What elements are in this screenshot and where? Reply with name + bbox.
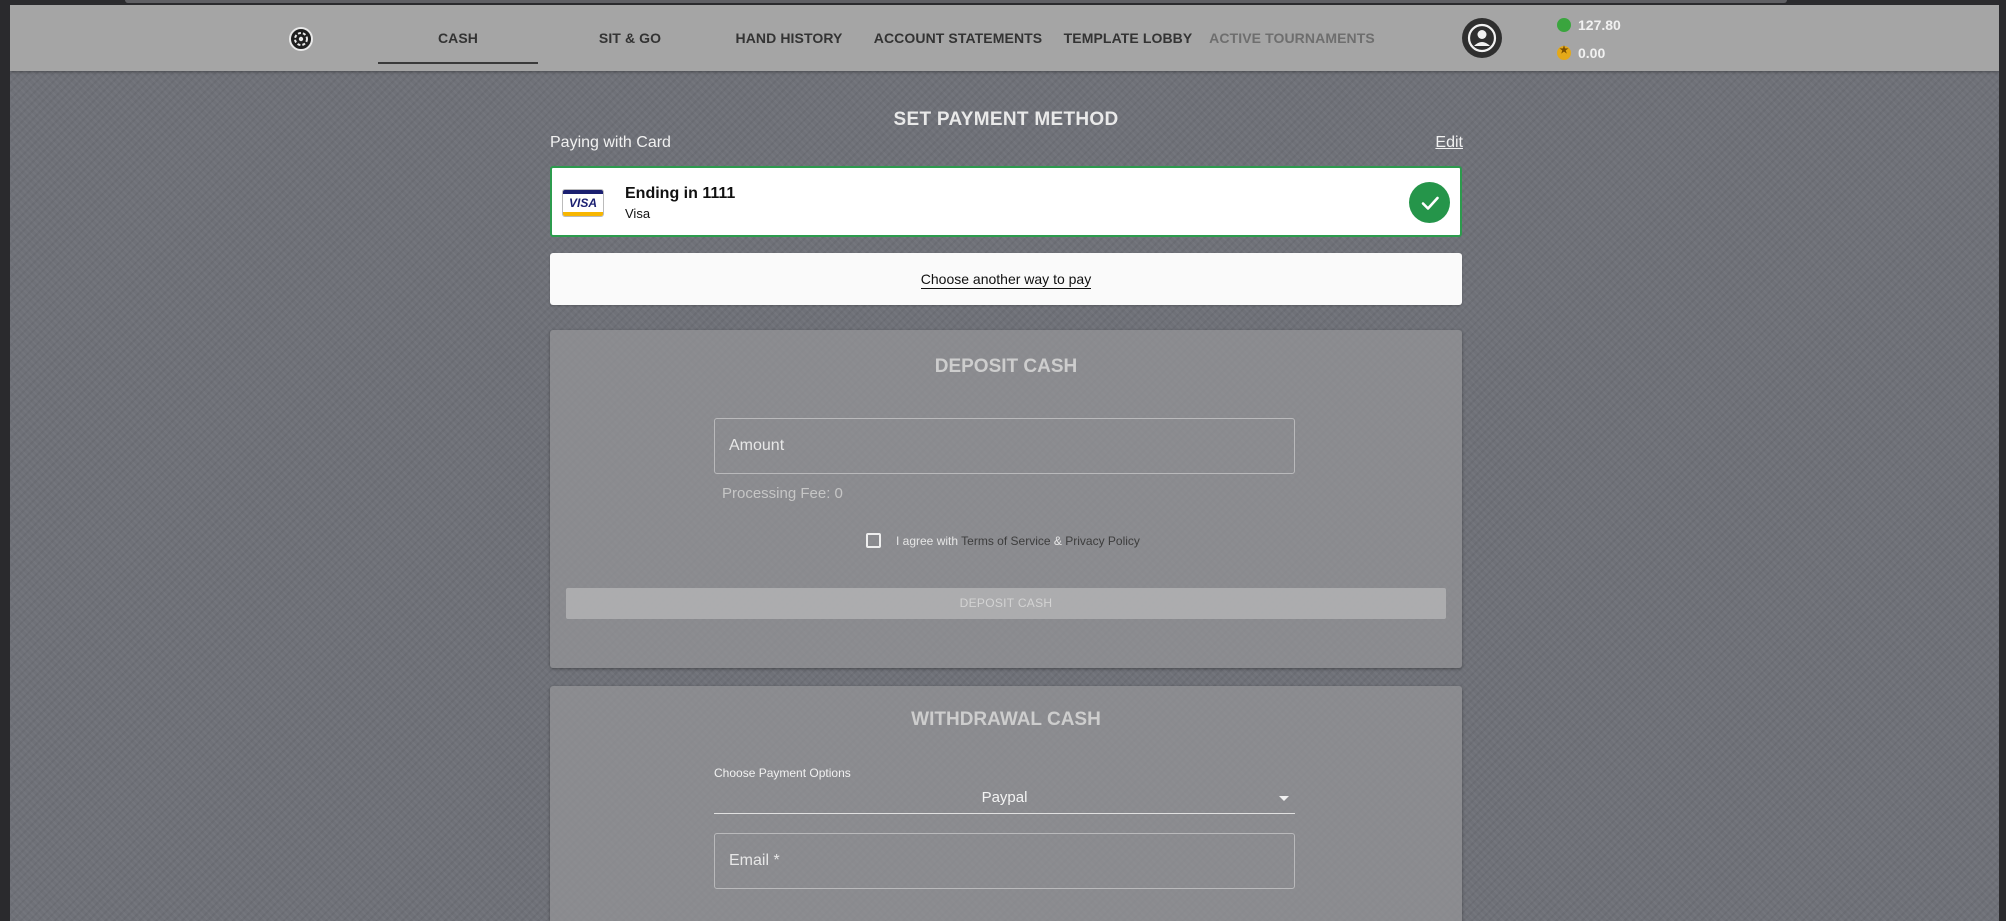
privacy-policy-link[interactable]: Privacy Policy [1065, 534, 1140, 548]
selected-card[interactable]: VISA Ending in 1111 Visa [550, 166, 1462, 237]
visa-logo-text: VISA [568, 196, 597, 210]
poker-chip-logo-icon[interactable] [289, 27, 313, 51]
points-balance: 0.00 [1557, 45, 1605, 61]
user-account-icon[interactable] [1462, 18, 1502, 58]
points-balance-value: 0.00 [1578, 45, 1606, 61]
edit-payment-link[interactable]: Edit [1435, 134, 1463, 152]
top-navbar: CASH SIT & GO HAND HISTORY ACCOUNT STATE… [10, 5, 1999, 71]
agree-prefix-text: I agree with [896, 534, 959, 548]
payment-options-value: Paypal [981, 789, 1028, 806]
card-brand-text: Visa [625, 206, 651, 221]
set-payment-method-title: SET PAYMENT METHOD [893, 109, 1119, 130]
agree-terms-label: I agree with Terms of Service & Privacy … [896, 534, 1140, 548]
amount-input[interactable] [714, 418, 1295, 474]
window-right-edge [1999, 0, 2006, 921]
processing-fee-text: Processing Fee: 0 [722, 485, 843, 502]
cash-balance-value: 127.80 [1578, 17, 1621, 33]
deposit-cash-title: DEPOSIT CASH [934, 356, 1078, 377]
checkmark-icon [1409, 182, 1450, 223]
cash-balance: 127.80 [1557, 17, 1621, 33]
card-ending-text: Ending in 1111 [625, 185, 736, 202]
payment-options-label: Choose Payment Options [714, 766, 851, 780]
chevron-down-icon [1279, 796, 1289, 801]
withdrawal-cash-title: WITHDRAWAL CASH [911, 709, 1101, 730]
terms-of-service-link[interactable]: Terms of Service [961, 534, 1050, 548]
tab-active-tournaments[interactable]: ACTIVE TOURNAMENTS [1207, 5, 1377, 71]
tab-hand-history[interactable]: HAND HISTORY [709, 5, 869, 71]
paying-with-label: Paying with Card [550, 134, 671, 151]
window-left-edge [0, 0, 10, 921]
tab-account-statements[interactable]: ACCOUNT STATEMENTS [868, 5, 1048, 71]
deposit-cash-button[interactable]: DEPOSIT CASH [566, 588, 1446, 619]
tab-template-lobby[interactable]: TEMPLATE LOBBY [1048, 5, 1208, 71]
ampersand-text: & [1053, 534, 1062, 548]
deposit-cash-panel: DEPOSIT CASH Processing Fee: 0 I agree w… [550, 330, 1462, 668]
withdrawal-cash-panel: WITHDRAWAL CASH Choose Payment Options P… [550, 686, 1462, 921]
agree-terms-checkbox[interactable] [866, 533, 881, 548]
cash-coin-icon [1557, 18, 1571, 32]
star-coin-icon [1557, 45, 1571, 60]
choose-another-payment-box: Choose another way to pay [550, 253, 1462, 305]
tab-sit-and-go[interactable]: SIT & GO [550, 5, 710, 71]
choose-another-way-link[interactable]: Choose another way to pay [920, 271, 1092, 289]
payment-options-select[interactable]: Paypal [714, 782, 1295, 814]
visa-card-icon: VISA [562, 189, 604, 217]
email-field[interactable] [714, 833, 1295, 889]
app-root: CASH SIT & GO HAND HISTORY ACCOUNT STATE… [10, 5, 1999, 921]
tab-cash[interactable]: CASH [378, 5, 538, 71]
